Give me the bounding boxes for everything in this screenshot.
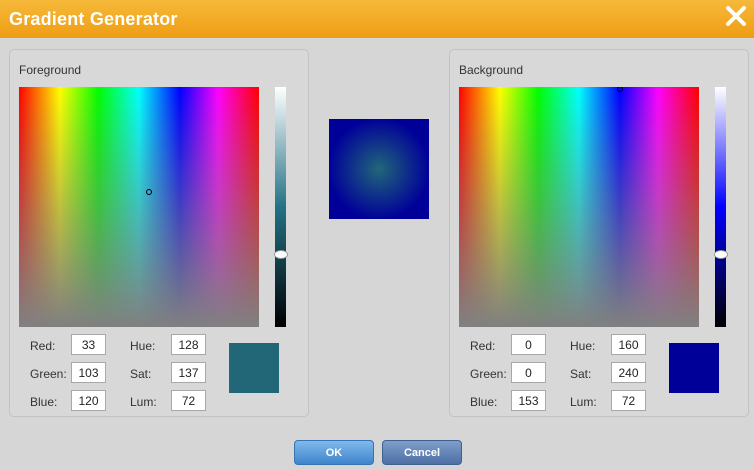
foreground-sat-input[interactable] [171,362,206,383]
foreground-spectrum-marker[interactable] [146,189,152,195]
background-title: Background [459,63,524,77]
foreground-blue-input[interactable] [71,390,106,411]
window-title: Gradient Generator [9,9,178,29]
foreground-red-input[interactable] [71,334,106,355]
cancel-button[interactable]: Cancel [382,440,462,465]
foreground-luminance-slider[interactable] [274,87,288,327]
foreground-color-swatch [229,343,279,393]
foreground-green-input[interactable] [71,362,106,383]
background-panel: Background Red: Green: Blue: Hue: Sat: L… [449,49,749,417]
background-blue-label: Blue: [470,395,498,409]
foreground-title: Foreground [19,63,82,77]
foreground-red-label: Red: [30,339,56,353]
background-lum-input[interactable] [611,390,646,411]
background-hue-input[interactable] [611,334,646,355]
background-color-spectrum[interactable] [459,87,699,327]
background-luminance-thumb[interactable] [714,250,728,259]
close-button[interactable] [724,4,748,28]
foreground-hue-input[interactable] [171,334,206,355]
foreground-luminance-thumb[interactable] [274,250,288,259]
background-sat-label: Sat: [570,367,592,381]
foreground-panel: Foreground Red: Green: Blue: Hue: Sat: L… [9,49,309,417]
foreground-hue-label: Hue: [130,339,156,353]
foreground-blue-label: Blue: [30,395,58,409]
foreground-lum-label: Lum: [130,395,157,409]
foreground-color-spectrum[interactable] [19,87,259,327]
background-red-label: Red: [470,339,496,353]
foreground-sat-label: Sat: [130,367,152,381]
close-icon [726,6,746,26]
gradient-preview [329,119,429,219]
background-lum-label: Lum: [570,395,597,409]
title-bar: Gradient Generator [0,0,754,38]
background-blue-input[interactable] [511,390,546,411]
background-red-input[interactable] [511,334,546,355]
background-green-input[interactable] [511,362,546,383]
background-sat-input[interactable] [611,362,646,383]
background-luminance-slider[interactable] [714,87,728,327]
background-green-label: Green: [470,367,507,381]
background-hue-label: Hue: [570,339,596,353]
foreground-green-label: Green: [30,367,67,381]
ok-button[interactable]: OK [294,440,374,465]
background-color-swatch [669,343,719,393]
foreground-lum-input[interactable] [171,390,206,411]
